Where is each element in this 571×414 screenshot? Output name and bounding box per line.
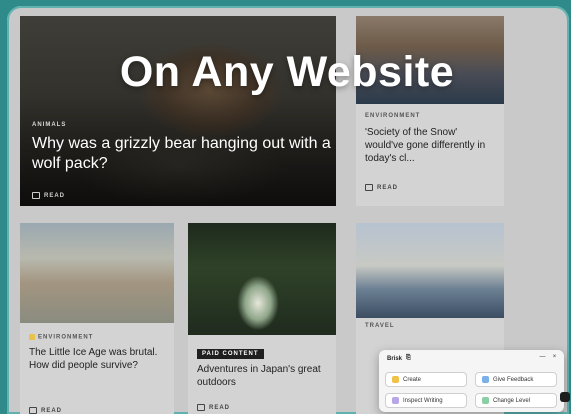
hero-read-label: READ xyxy=(44,192,66,199)
environment-icon xyxy=(29,334,35,340)
create-icon xyxy=(392,376,399,383)
book-icon xyxy=(32,192,40,199)
minimize-icon[interactable]: — xyxy=(539,354,546,361)
article-card-society-of-the-snow[interactable]: ENVIRONMENT 'Society of the Snow' would'… xyxy=(356,16,504,206)
panel-controls: — × xyxy=(539,354,558,361)
hero-article-card[interactable]: ANIMALS Why was a grizzly bear hanging o… xyxy=(20,16,336,206)
category-tag: ENVIRONMENT xyxy=(365,113,421,119)
brisk-panel: Brisk ⎘ — × Create Give Feedback Inspect… xyxy=(379,350,564,412)
article-title[interactable]: Adventures in Japan's great outdoors xyxy=(197,363,336,389)
hero-read-link[interactable]: READ xyxy=(32,192,65,199)
change-level-button[interactable]: Change Level xyxy=(475,393,557,408)
panel-title: Brisk xyxy=(387,355,403,362)
read-link[interactable]: READ xyxy=(29,407,62,414)
category-tag: ENVIRONMENT xyxy=(29,334,93,341)
book-icon xyxy=(365,184,373,191)
paid-content-badge: PAID CONTENT xyxy=(197,349,264,359)
hero-category-tag: ANIMALS xyxy=(32,122,67,128)
browser-frame: ANIMALS Why was a grizzly bear hanging o… xyxy=(7,6,569,414)
brisk-launcher-icon[interactable] xyxy=(560,392,570,402)
article-title[interactable]: The Little Ice Age was brutal. How did p… xyxy=(29,346,169,372)
read-link[interactable]: READ xyxy=(197,404,230,411)
painting-photo xyxy=(20,223,174,323)
hero-title[interactable]: Why was a grizzly bear hanging out with … xyxy=(32,134,332,174)
article-title[interactable]: 'Society of the Snow' would've gone diff… xyxy=(365,126,497,165)
inspect-icon xyxy=(392,397,399,404)
inspect-writing-button[interactable]: Inspect Writing xyxy=(385,393,467,408)
cave-photo xyxy=(188,223,336,335)
read-link[interactable]: READ xyxy=(365,184,398,191)
panel-header: Brisk ⎘ xyxy=(387,355,411,362)
article-card-japan-outdoors[interactable]: PAID CONTENT Adventures in Japan's great… xyxy=(188,223,336,414)
feedback-icon xyxy=(482,376,489,383)
give-feedback-button[interactable]: Give Feedback xyxy=(475,372,557,387)
create-button[interactable]: Create xyxy=(385,372,467,387)
level-icon xyxy=(482,397,489,404)
article-card-little-ice-age[interactable]: ENVIRONMENT The Little Ice Age was bruta… xyxy=(20,223,174,414)
read-label: READ xyxy=(377,184,399,191)
pin-icon[interactable]: ⎘ xyxy=(406,355,411,362)
book-icon xyxy=(29,407,37,414)
book-icon xyxy=(197,404,205,411)
close-icon[interactable]: × xyxy=(551,354,558,361)
harbor-photo xyxy=(356,223,504,318)
category-tag: TRAVEL xyxy=(365,323,395,329)
promo-headline: On Any Website xyxy=(119,48,455,96)
